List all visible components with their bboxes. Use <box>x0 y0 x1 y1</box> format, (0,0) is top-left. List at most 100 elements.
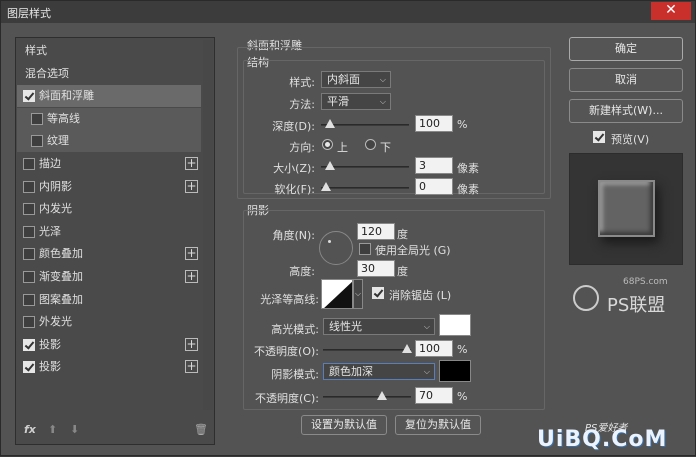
style-list-item-label: 内阴影 <box>39 179 72 193</box>
shadow-mode-label: 阴影模式: <box>271 368 319 381</box>
trash-icon[interactable]: 🗑 <box>194 423 208 436</box>
style-list-item[interactable]: 投影 + <box>17 356 201 378</box>
style-list-item[interactable]: 投影 + <box>17 334 201 356</box>
highlight-mode-label: 高光模式: <box>271 323 319 336</box>
style-list-item-label: 外发光 <box>39 315 72 329</box>
add-effect-plus-icon[interactable]: + <box>185 247 198 261</box>
soften-unit: 像素 <box>457 183 479 196</box>
ok-button[interactable]: 确定 <box>569 37 683 61</box>
style-list-item[interactable]: 样式 <box>17 40 201 62</box>
altitude-label: 高度: <box>289 265 315 278</box>
style-checkbox[interactable] <box>23 248 35 261</box>
style-list-item-label: 样式 <box>25 44 47 57</box>
layer-style-dialog: 图层样式 ✕ 样式混合选项 斜面和浮雕 等高线 纹理 描边 + 内阴影 + 内发光 光泽 颜色叠加 +… <box>0 0 696 456</box>
style-list-item[interactable]: 混合选项 <box>17 63 201 85</box>
direction-up-label: 上 <box>337 141 348 154</box>
size-slider-thumb[interactable] <box>325 161 335 170</box>
highlight-opacity-unit: % <box>457 343 468 356</box>
global-light-checkbox[interactable] <box>359 243 371 255</box>
set-default-button[interactable]: 设置为默认值 <box>301 415 387 435</box>
style-list-item[interactable]: 内发光 <box>17 198 201 220</box>
style-checkbox[interactable] <box>23 180 35 193</box>
style-list-item[interactable]: 内阴影 + <box>17 176 201 198</box>
style-checkbox[interactable] <box>23 271 35 283</box>
style-checkbox[interactable] <box>23 316 35 329</box>
highlight-mode-select[interactable]: 线性光 ⌵ <box>323 318 435 335</box>
style-checkbox[interactable] <box>23 158 35 170</box>
style-list-item[interactable]: 描边 + <box>17 153 201 175</box>
close-button[interactable]: ✕ <box>651 2 691 20</box>
technique-select[interactable]: 平滑 ⌵ <box>321 93 391 110</box>
highlight-opacity-slider-track[interactable] <box>323 349 411 351</box>
style-list-item[interactable]: 等高线 <box>17 107 201 130</box>
style-list-item[interactable]: 外发光 <box>17 311 201 333</box>
chevron-down-icon: ⌵ <box>423 322 430 331</box>
size-input[interactable]: 3 <box>415 157 453 174</box>
style-list-item[interactable]: 图案叠加 <box>17 289 201 311</box>
style-checkbox[interactable] <box>23 293 35 306</box>
depth-input[interactable]: 100 <box>415 115 453 132</box>
style-checkbox[interactable] <box>31 135 43 148</box>
highlight-mode-value: 线性光 <box>329 320 362 333</box>
highlight-color-swatch[interactable] <box>439 314 471 336</box>
add-effect-plus-icon[interactable]: + <box>185 157 198 170</box>
style-list-item[interactable]: 颜色叠加 + <box>17 243 201 265</box>
preview-checkbox[interactable] <box>593 131 605 143</box>
preview-label: 预览(V) <box>611 133 650 146</box>
size-unit: 像素 <box>457 162 479 175</box>
watermark-uibq: PS爱好者 UiBQ.CoM <box>521 419 696 457</box>
add-effect-plus-icon[interactable]: + <box>185 179 198 193</box>
direction-down-label: 下 <box>380 141 391 154</box>
style-select[interactable]: 内斜面 ⌵ <box>321 71 391 88</box>
shadow-mode-select[interactable]: 颜色加深 ⌵ <box>323 363 435 380</box>
new-style-button[interactable]: 新建样式(W)... <box>569 99 683 123</box>
soften-input[interactable]: 0 <box>415 178 453 195</box>
gloss-contour-dropdown[interactable]: ⌵ <box>353 279 363 309</box>
size-label: 大小(Z): <box>273 162 315 175</box>
move-down-icon[interactable]: ⬇ <box>70 423 79 436</box>
style-list-item[interactable]: 渐变叠加 + <box>17 266 201 288</box>
style-list-item[interactable]: 斜面和浮雕 <box>17 85 201 108</box>
reset-default-button[interactable]: 复位为默认值 <box>395 415 481 435</box>
style-checkbox[interactable] <box>23 338 35 351</box>
depth-slider-thumb[interactable] <box>325 119 335 128</box>
shadow-opacity-slider-thumb[interactable] <box>377 391 387 400</box>
shadow-opacity-label: 不透明度(C): <box>255 392 319 405</box>
highlight-opacity-slider-thumb[interactable] <box>402 344 412 353</box>
altitude-input[interactable]: 30 <box>357 260 395 277</box>
soften-slider-thumb[interactable] <box>321 182 331 191</box>
style-list-scrollbar[interactable] <box>203 40 213 410</box>
antialias-checkbox[interactable] <box>372 287 384 299</box>
direction-down-radio[interactable] <box>365 139 376 150</box>
style-checkbox[interactable] <box>23 203 35 216</box>
style-checkbox[interactable] <box>23 90 35 103</box>
watermark-68ps: 68PS.com PS联盟 <box>571 271 691 331</box>
add-effect-plus-icon[interactable]: + <box>185 270 198 283</box>
move-up-icon[interactable]: ⬆ <box>48 423 57 436</box>
shadow-color-swatch[interactable] <box>439 360 471 382</box>
antialias-label: 消除锯齿 (L) <box>389 289 452 302</box>
style-checkbox[interactable] <box>23 225 35 238</box>
technique-label: 方法: <box>289 98 315 111</box>
gloss-contour-label: 光泽等高线: <box>260 293 319 306</box>
gloss-contour-preview[interactable] <box>321 279 353 309</box>
shadow-opacity-slider-track[interactable] <box>323 396 411 398</box>
style-list-item[interactable]: 光泽 <box>17 221 201 243</box>
fx-icon[interactable]: fx <box>24 423 36 436</box>
contour-curve-icon <box>324 281 352 308</box>
angle-input[interactable]: 120 <box>357 223 395 240</box>
shadow-opacity-input[interactable]: 70 <box>415 387 453 404</box>
direction-up-radio[interactable] <box>322 139 333 150</box>
style-list-item[interactable]: 纹理 <box>17 130 201 153</box>
cancel-button[interactable]: 取消 <box>569 68 683 92</box>
title-bar: 图层样式 ✕ <box>1 1 695 23</box>
style-checkbox[interactable] <box>31 112 43 125</box>
add-effect-plus-icon[interactable]: + <box>185 360 198 374</box>
angle-dial[interactable] <box>319 231 353 265</box>
soften-slider-track[interactable] <box>321 187 409 189</box>
style-checkbox[interactable] <box>23 361 35 374</box>
style-list-item-label: 渐变叠加 <box>39 270 83 283</box>
add-effect-plus-icon[interactable]: + <box>185 337 198 351</box>
watermark-brand: PS联盟 <box>607 295 666 316</box>
highlight-opacity-input[interactable]: 100 <box>415 340 453 357</box>
